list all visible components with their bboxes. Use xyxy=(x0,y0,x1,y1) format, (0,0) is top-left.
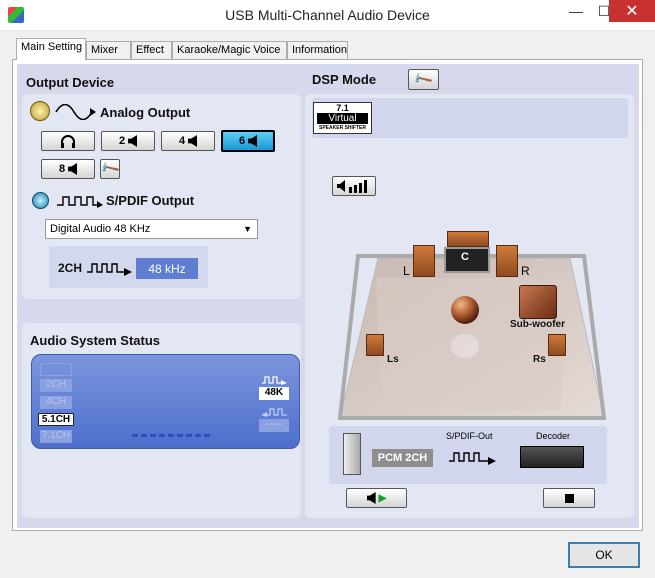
minimize-button[interactable]: — xyxy=(562,0,590,22)
spdif-out-label: S/PDIF-Out xyxy=(446,431,493,441)
virtual-71-top: 7.1 xyxy=(336,103,349,113)
right-speaker[interactable] xyxy=(496,245,518,277)
channel-6-button[interactable]: 6 xyxy=(221,130,275,152)
speaker-small-icon xyxy=(68,163,78,175)
output-signal-icon xyxy=(261,408,287,417)
speaker-small-icon xyxy=(248,135,258,147)
subwoofer-label: Sub-woofer xyxy=(510,319,565,330)
status-4ch: 4CH xyxy=(40,396,72,409)
speaker-icon xyxy=(30,101,50,121)
virtual-71-mid: Virtual xyxy=(317,113,368,124)
subwoofer-speaker[interactable] xyxy=(519,285,557,319)
window-title: USB Multi-Channel Audio Device xyxy=(225,7,430,23)
spdif-icon xyxy=(32,192,49,209)
dsp-settings-button[interactable]: 🔨 xyxy=(408,68,439,90)
channel-2-label: 2 xyxy=(118,135,126,147)
tab-information[interactable]: Information xyxy=(287,41,348,59)
virtual-71-button[interactable]: 7.1 Virtual SPEAKER SHIFTER xyxy=(313,102,372,134)
status-sample-rate: 48K xyxy=(259,387,289,400)
status-2ch: 2CH xyxy=(40,379,72,392)
hammer-settings-button[interactable]: 🔨 xyxy=(98,157,121,180)
title-bar: USB Multi-Channel Audio Device — ☐ ✕ xyxy=(0,0,655,31)
stop-icon xyxy=(564,493,574,503)
hammer-icon: 🔨 xyxy=(412,68,435,90)
spdif-format-select[interactable]: Digital Audio 48 KHz ▼ xyxy=(45,219,258,239)
channel-4-label: 4 xyxy=(178,135,186,147)
left-surround-speaker[interactable] xyxy=(366,334,384,356)
play-icon: ▶ xyxy=(378,492,387,504)
status-71ch: 7.1CH xyxy=(40,430,72,443)
headphone-button[interactable] xyxy=(41,131,95,151)
decoder-label: Decoder xyxy=(536,431,571,441)
decoder-icon xyxy=(520,446,584,468)
digital-wave-icon xyxy=(57,196,103,208)
spdif-out-arrow-icon xyxy=(449,452,496,465)
tab-main-setting[interactable]: Main Setting xyxy=(16,38,86,60)
ok-button[interactable]: OK xyxy=(568,542,640,568)
spdif-rate-display: 48 kHz xyxy=(136,258,198,279)
channel-8-label: 8 xyxy=(58,163,66,175)
hammer-icon: 🔨 xyxy=(98,157,121,180)
dsp-mode-header: DSP Mode xyxy=(312,72,377,87)
tab-mixer[interactable]: Mixer xyxy=(86,41,131,59)
audio-status-header: Audio System Status xyxy=(30,333,161,348)
channel-2-button[interactable]: 2 xyxy=(101,131,155,151)
virtual-71-bottom: SPEAKER SHIFTER xyxy=(319,125,366,131)
status-headphone-slot xyxy=(40,363,72,376)
analog-output-label: Analog Output xyxy=(100,105,191,120)
spdif-output-label: S/PDIF Output xyxy=(106,193,195,208)
analog-wave-icon xyxy=(55,104,96,120)
left-surround-label: Ls xyxy=(387,354,399,365)
pcm-format-display: PCM 2CH xyxy=(372,449,433,467)
right-surround-speaker[interactable] xyxy=(548,334,566,356)
listener-sphere xyxy=(451,296,479,324)
center-speaker[interactable] xyxy=(447,231,489,247)
volume-bars-icon xyxy=(337,180,367,193)
right-label: R xyxy=(521,264,530,278)
channel-8-button[interactable]: 8 xyxy=(41,159,95,179)
digital-arrow-icon xyxy=(87,263,132,276)
speaker-level-button[interactable] xyxy=(332,176,376,196)
speaker-test-stop-button[interactable] xyxy=(543,488,595,508)
left-speaker[interactable] xyxy=(413,245,435,277)
pc-tower-icon xyxy=(343,433,361,475)
right-surround-label: Rs xyxy=(533,354,546,365)
speaker-small-icon xyxy=(188,135,198,147)
speaker-small-icon xyxy=(366,492,376,504)
status-rate-blank: ----- xyxy=(259,419,289,432)
spdif-format-value: Digital Audio 48 KHz xyxy=(50,223,151,235)
close-button[interactable]: ✕ xyxy=(609,0,655,22)
tab-effect[interactable]: Effect xyxy=(131,41,172,59)
headphone-icon xyxy=(61,135,75,148)
output-device-header: Output Device xyxy=(26,75,115,90)
center-label: C xyxy=(461,251,469,263)
status-51ch: 5.1CH xyxy=(38,413,74,426)
status-meter xyxy=(132,434,212,437)
tab-karaoke-magic-voice[interactable]: Karaoke/Magic Voice xyxy=(172,41,287,59)
left-label: L xyxy=(403,264,410,278)
channel-4-button[interactable]: 4 xyxy=(161,131,215,151)
input-signal-icon xyxy=(262,376,287,385)
chevron-down-icon: ▼ xyxy=(243,224,252,234)
status-display: 2CH 4CH 5.1CH 7.1CH 48K ----- xyxy=(31,354,300,449)
spdif-chain-label: 2CH xyxy=(58,261,83,275)
channel-6-label: 6 xyxy=(238,135,246,147)
speaker-test-play-button[interactable]: ▶ xyxy=(346,488,407,508)
speaker-small-icon xyxy=(128,135,138,147)
